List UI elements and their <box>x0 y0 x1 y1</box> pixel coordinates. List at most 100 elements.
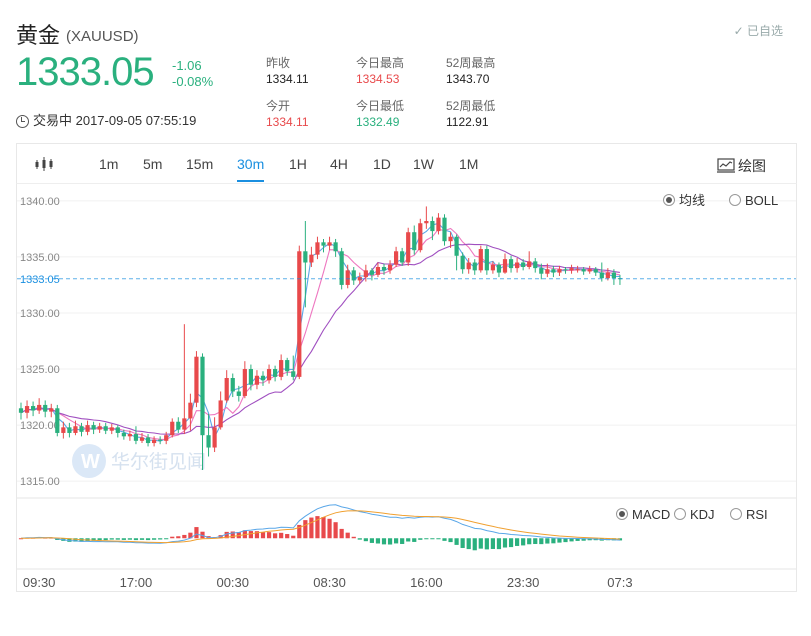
macd-bar <box>418 538 423 540</box>
candle <box>279 354 284 381</box>
tab-5m[interactable]: 5m <box>143 156 162 172</box>
trading-status: 交易中 2017-09-05 07:55:19 <box>16 110 196 129</box>
candle-body <box>170 421 175 436</box>
candle-body <box>121 432 126 437</box>
candle-body <box>133 434 139 441</box>
candle <box>145 434 151 447</box>
candle-body <box>605 272 610 279</box>
change-abs: -1.06 <box>172 58 202 73</box>
candle-body <box>490 264 495 271</box>
candle-body <box>24 406 30 413</box>
stat-high: 今日最高 1334.53 <box>356 55 404 87</box>
candle-body <box>551 269 556 273</box>
candle-body <box>321 242 326 246</box>
candle <box>339 247 344 290</box>
draw-label: 绘图 <box>738 158 766 174</box>
candle-body <box>206 435 211 448</box>
candle <box>49 403 54 418</box>
candle <box>351 266 356 285</box>
macd-bar <box>109 538 114 540</box>
candle-body <box>73 426 78 433</box>
macd-bar <box>496 538 502 550</box>
tab-1d[interactable]: 1D <box>373 156 391 172</box>
candle-body <box>333 242 338 252</box>
macd-bar <box>182 534 187 539</box>
draw-icon <box>717 158 735 173</box>
macd-bar <box>369 538 374 543</box>
candle <box>508 255 514 273</box>
favorite-toggle[interactable]: ✓ 已自选 <box>734 22 783 39</box>
radio-dot-icon <box>619 511 625 517</box>
current-price-label: 1333.05 <box>20 274 60 286</box>
candle-body <box>539 268 544 274</box>
candle-body <box>339 251 344 285</box>
candle-body <box>472 262 477 271</box>
tab-4h[interactable]: 4H <box>330 156 348 172</box>
candle <box>442 214 447 246</box>
macd-bar <box>508 538 514 548</box>
candle-body <box>297 251 302 377</box>
subindicator-radio-RSI[interactable]: RSI <box>730 507 768 522</box>
macd-bar <box>515 538 520 546</box>
candle <box>55 404 60 437</box>
y-tick-label: 1330.00 <box>20 308 60 320</box>
candle <box>133 426 139 445</box>
candle <box>24 400 30 419</box>
candlestick-type-icon[interactable] <box>35 157 53 171</box>
subindicator-label: KDJ <box>690 507 715 522</box>
subindicator-radio-KDJ[interactable]: KDJ <box>674 507 715 522</box>
candle-body <box>61 427 66 433</box>
stat-label: 今开 <box>266 99 291 113</box>
candle-body <box>412 232 417 251</box>
macd-bar <box>115 538 120 540</box>
macd-bar <box>260 532 266 539</box>
stat-prev-close: 昨收 1334.11 <box>266 55 309 87</box>
candle-body <box>145 437 151 444</box>
tab-15m[interactable]: 15m <box>186 156 213 172</box>
candle-body <box>527 261 532 267</box>
candle <box>406 227 411 266</box>
macd-bar <box>333 522 338 539</box>
ma-slow-line <box>20 243 620 435</box>
indicator-radio-BOLL[interactable]: BOLL <box>729 193 779 208</box>
candle-body <box>442 217 447 242</box>
tab-30m[interactable]: 30m <box>237 156 264 172</box>
subindicator-radio-MACD[interactable]: MACD <box>616 507 671 522</box>
candle <box>412 225 417 255</box>
candle-body <box>200 356 205 436</box>
tab-1mo[interactable]: 1M <box>459 156 478 172</box>
candle <box>557 265 562 276</box>
candle <box>430 216 435 241</box>
macd-bar <box>327 518 332 539</box>
draw-button[interactable]: 绘图 <box>717 156 766 176</box>
candle-body <box>212 427 217 448</box>
price-change: -1.06 -0.08% <box>172 58 213 90</box>
macd-bar <box>430 538 435 540</box>
candlestick-chart[interactable]: 1340.00 1335.00 1330.00 1325.00 1320.00 1315.… <box>17 184 796 591</box>
indicator-radio-均线[interactable]: 均线 <box>663 193 706 208</box>
macd-bar <box>557 538 562 543</box>
candle-body <box>327 242 332 246</box>
tab-1h[interactable]: 1H <box>289 156 307 172</box>
candle <box>91 421 96 435</box>
watermark: W 华尔街见闻 <box>72 444 206 478</box>
tab-1m[interactable]: 1m <box>99 156 118 172</box>
candle-body <box>345 270 350 285</box>
macd-bar <box>472 538 477 551</box>
candle <box>266 364 272 384</box>
candle-body <box>152 439 157 444</box>
candle <box>170 418 175 438</box>
chart-area[interactable]: 1340.00 1335.00 1330.00 1325.00 1320.00 1315.… <box>16 183 797 592</box>
candle-body <box>381 266 387 271</box>
candle-body <box>194 356 199 403</box>
candle <box>533 258 538 273</box>
stat-value: 1332.49 <box>356 115 400 129</box>
stat-label: 今日最低 <box>356 99 405 113</box>
instrument-name: 黄金 <box>16 24 61 49</box>
candle-body <box>533 261 538 269</box>
favorite-label: 已自选 <box>746 24 783 38</box>
candle-body <box>575 269 580 271</box>
tab-1w[interactable]: 1W <box>413 156 434 172</box>
candle-body <box>587 269 592 272</box>
macd-bar <box>273 533 278 539</box>
